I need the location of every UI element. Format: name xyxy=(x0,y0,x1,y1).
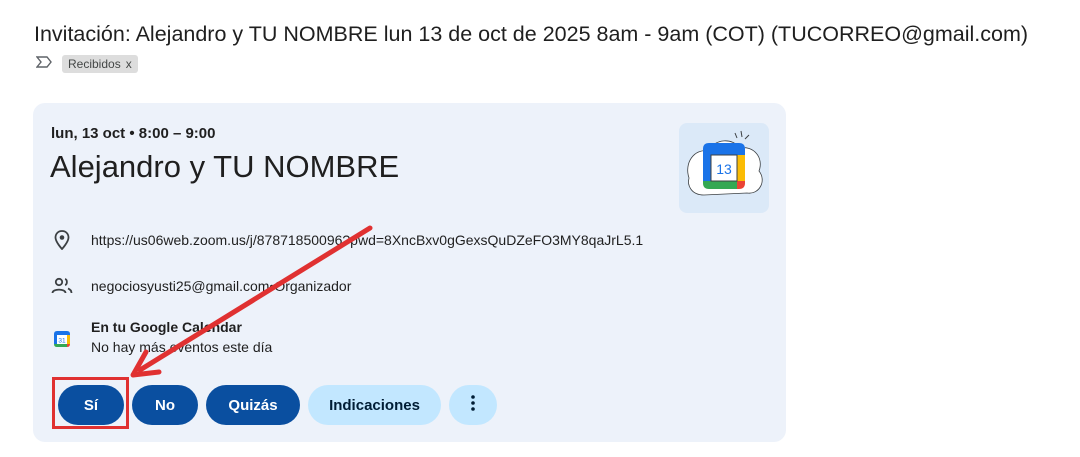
rsvp-no-button[interactable]: No xyxy=(132,385,198,425)
event-title: Alejandro y TU NOMBRE xyxy=(50,149,400,184)
calendar-info: En tu Google Calendar No hay más eventos… xyxy=(91,319,272,355)
calendar-icon-day: 31 xyxy=(58,338,66,345)
organizer-email[interactable]: negociosyusti25@gmail.com xyxy=(91,278,269,294)
calendar-subtext: No hay más eventos este día xyxy=(91,339,273,355)
google-calendar-icon: 31 xyxy=(51,328,73,350)
directions-button[interactable]: Indicaciones xyxy=(308,385,441,425)
calendar-row: 31 En tu Google Calendar No hay más even… xyxy=(51,319,272,355)
location-row: https://us06web.zoom.us/j/87871850096?pw… xyxy=(51,229,643,251)
label-chip-inbox[interactable]: Recibidos x xyxy=(62,55,138,73)
rsvp-maybe-button[interactable]: Quizás xyxy=(206,385,300,425)
event-datetime: lun, 13 oct • 8:00 – 9:00 xyxy=(51,125,216,142)
organizer-role: Organizador xyxy=(274,278,352,294)
organizer-row: negociosyusti25@gmail.com • Organizador xyxy=(51,275,351,297)
more-vert-icon xyxy=(471,395,475,415)
label-remove-icon[interactable]: x xyxy=(126,57,132,71)
people-icon xyxy=(51,275,73,297)
label-chip-text: Recibidos xyxy=(68,57,121,71)
email-subject: Invitación: Alejandro y TU NOMBRE lun 13… xyxy=(34,22,1029,46)
more-options-button[interactable] xyxy=(449,385,497,425)
calendar-day-number: 13 xyxy=(716,161,732,177)
annotation-highlight-box xyxy=(52,377,129,429)
location-link[interactable]: https://us06web.zoom.us/j/87871850096?pw… xyxy=(91,232,643,248)
important-marker-icon[interactable] xyxy=(35,55,52,73)
calendar-illustration-icon: 13 xyxy=(679,123,769,213)
event-card: lun, 13 oct • 8:00 – 9:00 Alejandro y TU… xyxy=(33,103,786,442)
calendar-heading[interactable]: En tu Google Calendar xyxy=(91,319,272,335)
label-row: Recibidos x xyxy=(35,55,138,73)
location-pin-icon xyxy=(51,229,73,251)
